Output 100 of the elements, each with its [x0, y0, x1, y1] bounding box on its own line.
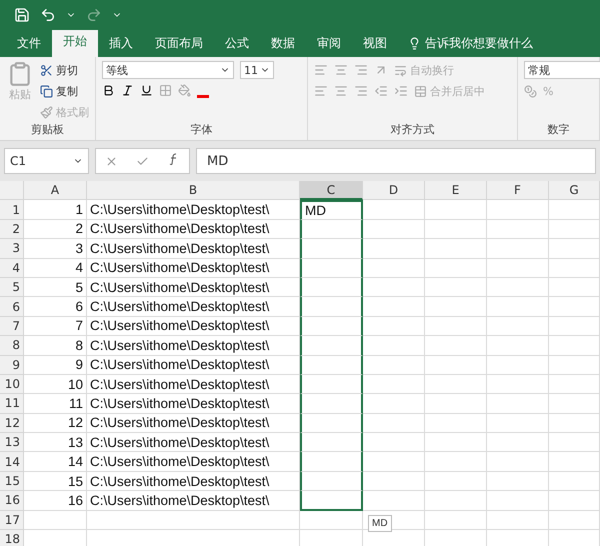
- copy-button[interactable]: 复制: [40, 82, 89, 100]
- empty-cell: [487, 452, 549, 472]
- tell-me-search[interactable]: 告诉我你想要做什么: [408, 35, 533, 57]
- row-header[interactable]: 16: [0, 491, 24, 511]
- empty-cell: [363, 278, 425, 298]
- enter-icon[interactable]: [136, 154, 150, 168]
- table-cell: 9: [24, 356, 87, 375]
- align-middle-icon[interactable]: [334, 63, 348, 77]
- empty-cell: [549, 472, 600, 492]
- row-header[interactable]: 18: [0, 530, 24, 546]
- cancel-icon[interactable]: [105, 154, 118, 168]
- row-header[interactable]: 17: [0, 510, 24, 530]
- table-cell: 14: [24, 452, 87, 472]
- row-header[interactable]: 4: [0, 258, 24, 278]
- empty-cell: [363, 336, 425, 356]
- row-header[interactable]: 3: [0, 239, 24, 259]
- empty-cell: [363, 316, 425, 336]
- center-icon[interactable]: [334, 84, 348, 98]
- border-icon[interactable]: [159, 84, 172, 96]
- ribbon-tab[interactable]: 审阅: [306, 35, 352, 57]
- currency-icon[interactable]: [524, 84, 537, 98]
- empty-cell: [363, 491, 425, 511]
- empty-cell: [363, 258, 425, 278]
- row-header[interactable]: 2: [0, 220, 24, 240]
- indent-icon[interactable]: [374, 84, 388, 98]
- empty-cell: [549, 297, 600, 317]
- align-top-icon[interactable]: [314, 63, 328, 77]
- indent-icon[interactable]: [394, 84, 408, 98]
- row-header[interactable]: 13: [0, 433, 24, 452]
- lightbulb-icon: [408, 37, 421, 50]
- group-label: 对齐方式: [390, 122, 436, 138]
- cut-button[interactable]: 剪切: [40, 61, 89, 79]
- table-cell: C:\Users\ithome\Desktop\test\: [87, 414, 300, 434]
- row-header[interactable]: 1: [0, 200, 24, 220]
- table-cell: C:\Users\ithome\Desktop\test\: [87, 278, 300, 298]
- empty-cell: [425, 239, 487, 259]
- row-header[interactable]: 9: [0, 356, 24, 375]
- row-header[interactable]: 14: [0, 452, 24, 472]
- align-bottom-icon[interactable]: [354, 63, 368, 77]
- column-header[interactable]: C: [300, 181, 363, 200]
- select-all-corner[interactable]: [0, 181, 24, 200]
- ribbon-tab[interactable]: 数据: [260, 35, 306, 57]
- empty-cell: [549, 374, 600, 394]
- row-header[interactable]: 7: [0, 316, 24, 336]
- empty-cell: [425, 452, 487, 472]
- column-header[interactable]: A: [24, 181, 87, 200]
- empty-cell: [363, 239, 425, 259]
- row-header[interactable]: 6: [0, 297, 24, 317]
- number-format-field[interactable]: 常规: [524, 61, 600, 79]
- empty-cell: [363, 433, 425, 452]
- empty-cell: [487, 239, 549, 259]
- redo-icon[interactable]: [86, 7, 102, 23]
- column-header[interactable]: D: [363, 181, 425, 200]
- align-right-icon[interactable]: [354, 84, 368, 98]
- empty-cell: [487, 297, 549, 317]
- empty-cell: [487, 356, 549, 375]
- empty-cell: [363, 200, 425, 220]
- row-header[interactable]: 12: [0, 414, 24, 434]
- empty-cell: [487, 510, 549, 530]
- table-cell: C:\Users\ithome\Desktop\test\: [87, 200, 300, 220]
- table-cell: 10: [24, 374, 87, 394]
- row-header[interactable]: 15: [0, 472, 24, 492]
- underline-icon[interactable]: [140, 84, 153, 96]
- ribbon-tab[interactable]: 开始: [52, 30, 98, 57]
- empty-cell: [549, 356, 600, 375]
- table-cell: 8: [24, 336, 87, 356]
- empty-cell: [487, 472, 549, 492]
- formula-field[interactable]: MD: [196, 148, 596, 174]
- save-icon[interactable]: [14, 7, 30, 23]
- row-header[interactable]: 11: [0, 394, 24, 414]
- ribbon-tab[interactable]: 公式: [214, 35, 260, 57]
- ribbon-tab[interactable]: 视图: [352, 35, 398, 57]
- bold-icon[interactable]: [102, 84, 115, 96]
- row-header[interactable]: 10: [0, 374, 24, 394]
- italic-icon[interactable]: [121, 84, 134, 96]
- empty-cell: [549, 433, 600, 452]
- column-header[interactable]: B: [87, 181, 300, 200]
- ribbon-tab[interactable]: 插入: [98, 35, 144, 57]
- column-header[interactable]: F: [487, 181, 549, 200]
- empty-cell: [487, 278, 549, 298]
- font-name-field[interactable]: 等线: [102, 61, 234, 79]
- column-header[interactable]: E: [425, 181, 487, 200]
- table-cell: C:\Users\ithome\Desktop\test\: [87, 316, 300, 336]
- empty-cell: [549, 200, 600, 220]
- row-header[interactable]: 5: [0, 278, 24, 298]
- empty-cell: [487, 433, 549, 452]
- row-header[interactable]: 8: [0, 336, 24, 356]
- merge-cells-icon: [414, 84, 427, 98]
- ribbon-tab[interactable]: 页面布局: [144, 35, 214, 57]
- font-size-field[interactable]: 11: [240, 61, 274, 79]
- empty-cell: [425, 297, 487, 317]
- ribbon-tab[interactable]: 文件: [6, 35, 52, 57]
- empty-cell: [549, 491, 600, 511]
- undo-icon[interactable]: [40, 7, 56, 23]
- align-left-icon[interactable]: [314, 84, 328, 98]
- table-cell: 15: [24, 472, 87, 492]
- empty-cell: [425, 374, 487, 394]
- column-header[interactable]: G: [549, 181, 600, 200]
- name-box[interactable]: C1: [4, 148, 89, 174]
- fill-color-icon[interactable]: [178, 84, 191, 96]
